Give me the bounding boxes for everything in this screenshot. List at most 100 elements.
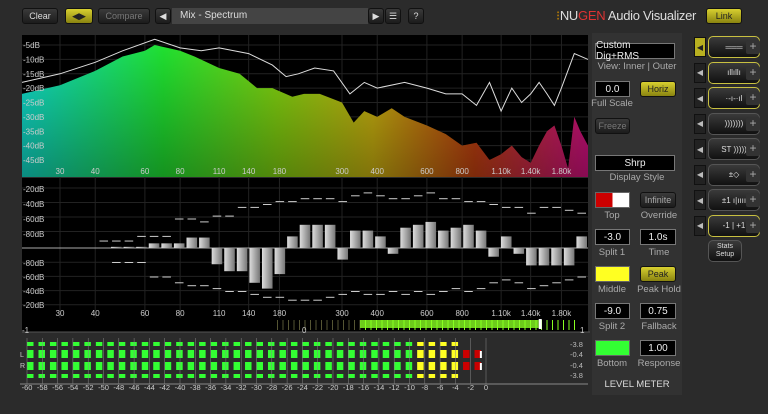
waveform-module-collapse-arrow[interactable]: ◀	[694, 113, 706, 134]
meter-segment	[405, 350, 413, 358]
meter-segment	[325, 350, 332, 358]
meter-segment	[451, 342, 459, 346]
spectrum-y-label: -10dB	[23, 55, 44, 64]
meter-segment	[72, 342, 80, 346]
meter-segment	[428, 362, 436, 370]
fallback-field[interactable]: 0.75	[640, 303, 676, 319]
display-style-select[interactable]: Shrp	[595, 155, 675, 171]
spectrum-module-add-button[interactable]: +	[746, 65, 760, 80]
spectrum-freq-label: 80	[176, 167, 185, 176]
link-button[interactable]: Link	[706, 8, 742, 24]
correlation-label-left: -1	[22, 326, 30, 335]
meter-segment	[61, 362, 68, 370]
meter-segment	[222, 362, 229, 370]
spectrum-freq-label: 30	[56, 167, 65, 176]
meter-segment	[187, 374, 195, 378]
correlation-indicator	[538, 319, 542, 329]
meter-segment	[118, 362, 126, 370]
vectorscope-module-collapse-arrow[interactable]: ◀	[694, 164, 706, 185]
correlation-module-add-button[interactable]: +	[746, 218, 760, 233]
spectrum-module-collapse-arrow[interactable]: ◀	[694, 62, 706, 83]
bands-freq-label: 1.80k	[552, 309, 573, 318]
band-bar	[199, 237, 210, 248]
infinite-button[interactable]: Infinite	[640, 192, 676, 208]
spectrum-y-label: -20dB	[23, 84, 44, 93]
meter-mode-select[interactable]: Custom Dig+RMS	[595, 40, 675, 62]
meter-segment	[256, 362, 263, 370]
band-bar	[563, 248, 575, 266]
spectrum-freq-label: 40	[91, 167, 100, 176]
meter-segment	[394, 374, 401, 378]
bottom-color-swatch[interactable]	[595, 340, 630, 356]
view-toggle[interactable]: View: Inner | Outer	[592, 61, 682, 72]
meter-segment	[49, 350, 57, 358]
correlation-module-collapse-arrow[interactable]: ◀	[694, 215, 706, 236]
meter-segment	[141, 350, 149, 358]
meter-segment	[382, 350, 390, 358]
freeze-button[interactable]: Freeze	[595, 118, 630, 134]
meter-segment	[141, 362, 149, 370]
meter-segment	[256, 342, 263, 346]
stereo-module-add-button[interactable]: +	[746, 142, 760, 156]
split2-field[interactable]: -9.0	[595, 303, 630, 319]
meter-segment	[463, 350, 470, 358]
meter-segment	[359, 374, 367, 378]
meter-segment	[84, 374, 91, 378]
bands-freq-label: 140	[242, 309, 256, 318]
channel-label: L	[20, 352, 24, 359]
top-color-swatch[interactable]	[595, 192, 630, 208]
meter-segment	[290, 342, 298, 346]
correlation-bars-module-add-button[interactable]: +	[746, 193, 760, 207]
meter-segment	[233, 374, 241, 378]
meter-segment	[27, 362, 34, 370]
peak-readout: -0.4	[570, 350, 583, 359]
band-bar	[324, 224, 336, 248]
meter-segment	[336, 374, 344, 378]
band-bar	[161, 243, 172, 248]
band-module-collapse-arrow[interactable]: ◀	[694, 88, 706, 108]
level-meter-module-collapse-arrow[interactable]: ◀	[694, 37, 706, 57]
spectrum-freq-label: 600	[420, 167, 434, 176]
peak-hold-marker	[479, 363, 482, 370]
meter-segment	[222, 342, 229, 346]
correlation-bars-module-collapse-arrow[interactable]: ◀	[694, 190, 706, 210]
level-meter-module-add-button[interactable]: +	[746, 40, 760, 54]
spectrum-freq-label: 140	[242, 167, 256, 176]
stereo-module-icon: ST )))))	[721, 144, 747, 154]
band-bar	[551, 248, 562, 266]
meter-segment	[417, 350, 424, 358]
meter-segment	[199, 374, 206, 378]
stats-setup-button[interactable]: Stats Setup	[708, 240, 742, 262]
meter-segment	[84, 342, 91, 346]
full-scale-field[interactable]: 0.0	[595, 81, 630, 97]
band-module-add-button[interactable]: +	[746, 91, 760, 105]
bands-y-label: -40dB	[23, 287, 44, 296]
horiz-button[interactable]: Horiz	[640, 81, 676, 97]
split1-field[interactable]: -3.0	[595, 229, 630, 245]
meter-segment	[405, 362, 413, 370]
meter-segment	[95, 362, 103, 370]
meter-segment	[382, 374, 390, 378]
vectorscope-module-add-button[interactable]: +	[746, 167, 760, 182]
spectrum-freq-label: 180	[273, 167, 287, 176]
meter-segment	[428, 374, 436, 378]
meter-segment	[313, 362, 321, 370]
response-field[interactable]: 1.00	[640, 340, 676, 356]
meter-segment	[359, 342, 367, 346]
meter-segment	[95, 374, 103, 378]
time-field[interactable]: 1.0s	[640, 229, 676, 245]
split2-label: Split 2	[598, 321, 626, 332]
waveform-module-add-button[interactable]: +	[746, 116, 760, 131]
peak-hold-button[interactable]: Peak	[640, 266, 676, 282]
stereo-module-collapse-arrow[interactable]: ◀	[694, 139, 706, 159]
band-bar	[111, 246, 122, 248]
meter-segment	[440, 342, 447, 346]
vectorscope-module-icon: ±◇	[728, 170, 740, 179]
correlation-fill	[360, 320, 539, 328]
meter-segment	[256, 374, 263, 378]
meter-segment	[118, 342, 126, 346]
meter-segment	[72, 374, 80, 378]
meter-segment	[267, 342, 275, 346]
middle-color-swatch[interactable]	[595, 266, 630, 282]
bands-freq-label: 60	[140, 309, 149, 318]
